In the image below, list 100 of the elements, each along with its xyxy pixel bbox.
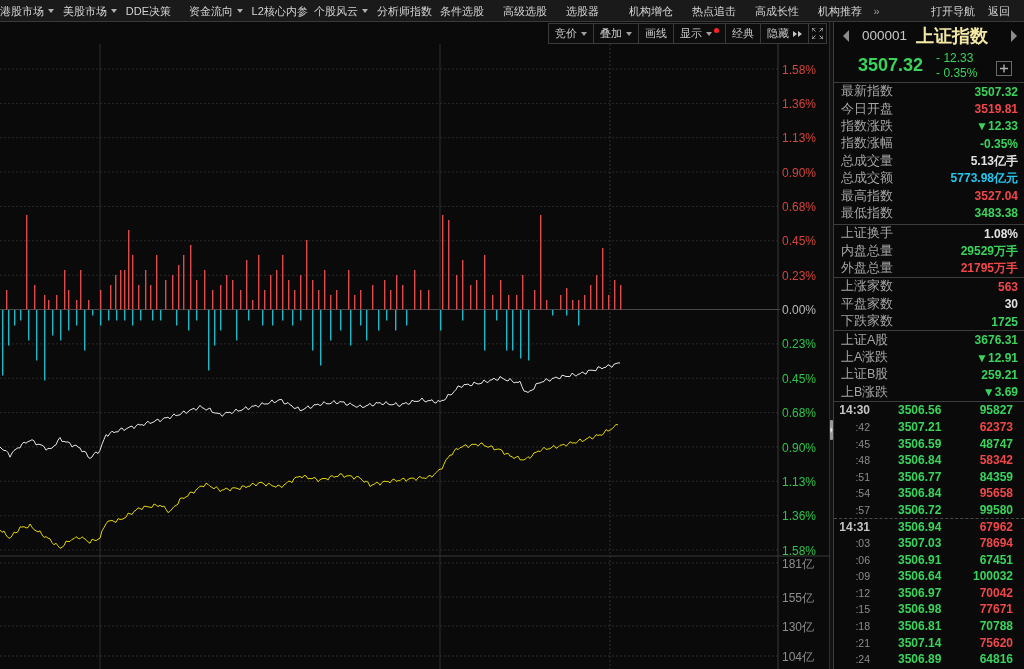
field-value: 563 bbox=[997, 280, 1018, 294]
field-label: 平盘家数 bbox=[841, 295, 893, 313]
trade-time: :15 bbox=[855, 603, 870, 616]
caret-icon bbox=[626, 31, 632, 36]
trade-time: :42 bbox=[855, 420, 870, 433]
field-value: -0.35% bbox=[979, 136, 1018, 151]
menu-item[interactable]: 高级选股 bbox=[503, 3, 548, 18]
stock-code: 000001 bbox=[862, 28, 908, 43]
right-arrow-icon[interactable] bbox=[1011, 29, 1017, 42]
field-label: 上涨家数 bbox=[841, 278, 893, 296]
menu-item[interactable]: 个股风云 bbox=[314, 3, 369, 18]
menu-item[interactable]: 分析师指数 bbox=[377, 3, 433, 18]
trade-price: 3506.59 bbox=[898, 436, 942, 451]
toolbar-button[interactable]: 竞价 bbox=[548, 23, 594, 44]
menu-item[interactable]: 机构推荐 bbox=[817, 3, 862, 18]
menu-item[interactable]: 热点追击 bbox=[691, 3, 736, 18]
menu-item[interactable]: 资金流向 bbox=[188, 3, 243, 18]
splitter-handle-icon[interactable] bbox=[830, 420, 833, 440]
trade-time: :18 bbox=[855, 620, 870, 633]
trade-price: 3506.64 bbox=[898, 569, 942, 584]
menu-item[interactable]: 机构增仓 bbox=[628, 3, 673, 18]
trade-time: :21 bbox=[855, 636, 870, 649]
field-label: 上A涨跌 bbox=[841, 349, 889, 367]
trade-time: :45 bbox=[855, 437, 870, 450]
field-label: 上B涨跌 bbox=[841, 383, 889, 401]
trade-volume: 95827 bbox=[979, 403, 1013, 418]
trade-time: :03 bbox=[855, 537, 870, 550]
axis-label: 1.36% bbox=[782, 96, 817, 111]
trade-volume: 78694 bbox=[979, 536, 1013, 551]
field-value: 3676.31 bbox=[974, 333, 1018, 348]
field-label: 最低指数 bbox=[841, 204, 893, 222]
field-value: ▼3.69 bbox=[982, 385, 1018, 400]
field-label: 总成交量 bbox=[841, 152, 893, 170]
field-value: 3527.04 bbox=[974, 189, 1018, 204]
toolbar-button[interactable]: 隐藏 bbox=[760, 23, 809, 44]
trade-price: 3506.98 bbox=[898, 602, 942, 617]
trade-price: 3507.21 bbox=[898, 419, 942, 434]
axis-label: 130亿 bbox=[782, 619, 815, 634]
left-arrow-icon[interactable] bbox=[843, 29, 849, 42]
trade-volume: 100032 bbox=[972, 569, 1013, 584]
last-price: 3507.32 bbox=[858, 55, 924, 76]
axis-label: 0.90% bbox=[782, 165, 817, 180]
field-label: 下跌家数 bbox=[841, 313, 893, 331]
menu-item[interactable]: 高成长性 bbox=[754, 3, 799, 18]
toolbar-button[interactable]: 经典 bbox=[725, 23, 761, 44]
field-label: 内盘总量 bbox=[841, 242, 893, 260]
axis-label: 0.00% bbox=[782, 303, 817, 317]
trade-time: :48 bbox=[855, 454, 870, 467]
field-value: 5.13亿手 bbox=[970, 152, 1018, 170]
more-button[interactable]: » bbox=[873, 3, 880, 18]
axis-label: 1.13% bbox=[782, 474, 817, 489]
trade-price: 3506.91 bbox=[898, 552, 942, 567]
menu-item[interactable]: 港股市场 bbox=[0, 3, 54, 18]
trade-volume: 99580 bbox=[979, 502, 1013, 517]
axis-label: 1.58% bbox=[782, 543, 817, 558]
fullscreen-button[interactable] bbox=[808, 23, 827, 44]
field-label: 今日开盘 bbox=[841, 100, 893, 118]
toolbar-button[interactable]: 叠加 bbox=[593, 23, 639, 44]
menu-item[interactable]: L2核心内参 bbox=[251, 3, 308, 18]
field-value: 5773.98亿元 bbox=[950, 170, 1018, 188]
toolbar-button[interactable]: 显示 bbox=[673, 23, 726, 44]
trade-price: 3506.89 bbox=[898, 652, 942, 667]
fullscreen-icon bbox=[812, 28, 823, 39]
caret-icon bbox=[362, 8, 369, 13]
axis-label: 0.45% bbox=[782, 234, 817, 249]
axis-label: 1.13% bbox=[782, 131, 817, 146]
menu-item[interactable]: DDE决策 bbox=[125, 3, 171, 18]
toolbar-button[interactable]: 画线 bbox=[638, 23, 674, 44]
trade-time: :24 bbox=[855, 653, 870, 666]
axis-label: 181亿 bbox=[782, 556, 815, 571]
field-value: 1.08% bbox=[983, 226, 1018, 241]
field-label: 上证A股 bbox=[841, 331, 889, 349]
double-arrow-icon bbox=[793, 30, 802, 37]
menu-item[interactable]: 条件选股 bbox=[440, 3, 485, 18]
menu-item[interactable]: 美股市场 bbox=[62, 3, 117, 18]
trade-price: 3506.81 bbox=[898, 619, 942, 634]
axis-label: 104亿 bbox=[782, 649, 815, 664]
field-value: 3483.38 bbox=[974, 206, 1018, 221]
menu-item[interactable]: 选股器 bbox=[566, 3, 599, 18]
trade-price: 3506.72 bbox=[898, 502, 942, 517]
trade-price: 3507.03 bbox=[898, 536, 942, 551]
field-label: 上证B股 bbox=[841, 366, 889, 384]
plus-icon[interactable] bbox=[996, 60, 1012, 76]
trade-time: :51 bbox=[855, 470, 870, 483]
trade-time: :09 bbox=[855, 570, 870, 583]
menu-item[interactable]: 返回 bbox=[988, 3, 1010, 18]
trade-time: 14:31 bbox=[839, 520, 870, 534]
trade-volume: 64816 bbox=[979, 652, 1013, 667]
field-value: 1725 bbox=[991, 314, 1018, 329]
trade-volume: 70788 bbox=[979, 619, 1013, 634]
field-value: ▼12.91 bbox=[976, 350, 1018, 365]
axis-label: 155亿 bbox=[782, 590, 815, 605]
field-label: 外盘总量 bbox=[841, 260, 893, 278]
trade-volume: 70042 bbox=[979, 585, 1013, 600]
trade-volume: 67451 bbox=[979, 552, 1013, 567]
field-value: 259.21 bbox=[981, 367, 1018, 382]
field-value: 30 bbox=[1004, 297, 1018, 312]
axis-label: 1.58% bbox=[782, 62, 817, 77]
field-label: 上证换手 bbox=[841, 225, 893, 243]
menu-item[interactable]: 打开导航 bbox=[931, 3, 975, 18]
